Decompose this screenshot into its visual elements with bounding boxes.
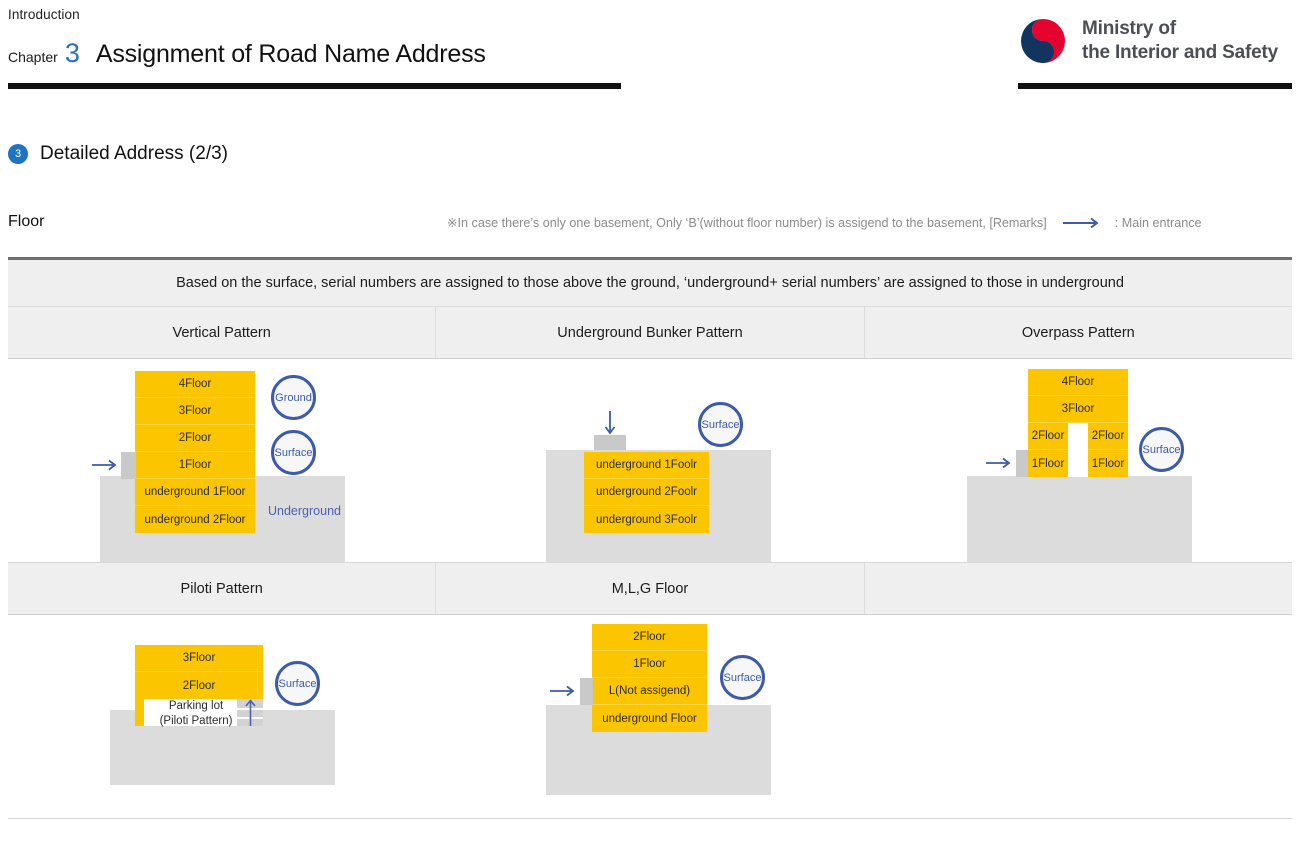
floor-bar-b3: underground 3Foolr <box>584 506 709 533</box>
entrance-door <box>1016 450 1028 477</box>
entrance-door <box>121 452 136 479</box>
table-banner: Based on the surface, serial numbers are… <box>8 260 1292 307</box>
taegeuk-logo-icon <box>1021 19 1065 63</box>
floor-bar-2f: 2Floor <box>592 624 707 651</box>
badge-surface: Surface <box>720 655 765 700</box>
floor-bar-3f: 3Floor <box>135 398 255 425</box>
diagram-underground-bunker-pattern: underground 1Foolr underground 2Foolr un… <box>436 359 864 562</box>
floor-pattern-table: Based on the surface, serial numbers are… <box>8 257 1292 819</box>
chapter-number: 3 <box>64 38 80 68</box>
diagram-empty-cell <box>864 615 1292 818</box>
diagram-piloti-pattern: 3Floor 2Floor Parking lot (Piloti Patter… <box>8 615 436 818</box>
floor-bar-b1: underground 1Foolr <box>584 452 709 479</box>
diagram-vertical-pattern: Underground 4Floor 3Floor 2Floor 1Floor … <box>8 359 436 562</box>
floor-bar-4f: 4Floor <box>1028 369 1128 396</box>
floor-bar-2f: 2Floor <box>135 425 255 452</box>
header-rule-right <box>1018 83 1292 89</box>
slide-page: Introduction Chapter 3 Assignment of Roa… <box>0 0 1300 850</box>
table-bottom-rule <box>8 818 1292 819</box>
badge-surface: Surface <box>275 661 320 706</box>
badge-surface: Surface <box>1139 427 1184 472</box>
diagram-overpass-pattern: 4Floor 3Floor 2Floor 1Floor 2Floor 1Floo… <box>864 359 1292 562</box>
column-header-piloti-pattern: Piloti Pattern <box>8 563 437 614</box>
column-header-underground-bunker-pattern: Underground Bunker Pattern <box>436 307 865 358</box>
parking-lot-label-line1: Parking lot <box>168 700 224 712</box>
section-bullet-badge: 3 <box>8 144 28 164</box>
main-entrance-arrow-icon <box>550 684 578 703</box>
floor-bar-3f: 3Floor <box>135 645 263 672</box>
floor-bar-1f: 1Floor <box>592 651 707 678</box>
ministry-logo: Ministry of the Interior and Safety <box>1018 16 1278 66</box>
column-header-mlg-floor: M,L,G Floor <box>436 563 865 614</box>
badge-surface: Surface <box>698 402 743 447</box>
floor-bar-b2: underground 2Foolr <box>584 479 709 506</box>
floor-bar-2f: 2Floor <box>135 672 263 699</box>
floor-bar-2f-left: 2Floor <box>1028 423 1068 450</box>
main-entrance-arrow-icon <box>92 458 120 477</box>
header-rule-left <box>8 83 621 89</box>
floor-note: ※In case there’s only one basement, Only… <box>447 215 1297 231</box>
table-header-row-2: Piloti Pattern M,L,G Floor <box>8 563 1292 615</box>
floor-bar-l: L(Not assigend) <box>592 678 707 705</box>
parking-lot-label-line2: (Piloti Pattern) <box>159 715 233 727</box>
logo-line-2: the Interior and Safety <box>1082 42 1278 63</box>
table-diagram-row-2: 3Floor 2Floor Parking lot (Piloti Patter… <box>8 615 1292 818</box>
page-title: Assignment of Road Name Address <box>95 40 486 68</box>
up-arrow-icon <box>244 698 257 732</box>
diagram-mlg-floor: 2Floor 1Floor L(Not assigend) undergroun… <box>436 615 864 818</box>
floor-note-text: ※In case there’s only one basement, Only… <box>447 216 1047 230</box>
column-header-overpass-pattern: Overpass Pattern <box>1021 324 1135 341</box>
floor-bar-1f: 1Floor <box>135 452 255 479</box>
entrance-door <box>580 678 593 705</box>
floor-bar-b1: underground 1Floor <box>135 479 255 506</box>
floor-bar-1f-left: 1Floor <box>1028 450 1068 477</box>
logo-line-1: Ministry of <box>1082 18 1176 39</box>
parking-column-strip <box>135 699 144 726</box>
underground-caption: Underground <box>268 504 341 518</box>
section-heading: 3 Detailed Address (2/3) <box>8 143 228 165</box>
floor-bar-b2: underground 2Floor <box>135 506 255 533</box>
ministry-logo-text: Ministry of the Interior and Safety <box>1082 17 1278 65</box>
chapter-word: Chapter <box>8 49 58 65</box>
main-entrance-legend: : Main entrance <box>1114 215 1202 230</box>
main-entrance-arrow-icon <box>986 456 1014 475</box>
intro-label: Introduction <box>8 7 80 22</box>
floor-label: Floor <box>8 213 45 230</box>
floor-bar-2f-right: 2Floor <box>1088 423 1128 450</box>
down-entrance-arrow-icon <box>603 411 617 442</box>
column-header-empty <box>865 563 1292 614</box>
floor-bar-3f: 3Floor <box>1028 396 1128 423</box>
ground-mass <box>967 476 1192 562</box>
floor-bar-1f-right: 1Floor <box>1088 450 1128 477</box>
chapter-heading: Chapter 3 Assignment of Road Name Addres… <box>8 38 486 69</box>
badge-ground: Ground <box>271 375 316 420</box>
table-diagram-row-1: Underground 4Floor 3Floor 2Floor 1Floor … <box>8 359 1292 562</box>
page-header: Introduction Chapter 3 Assignment of Roa… <box>0 0 1300 95</box>
parking-lot-label: Parking lot (Piloti Pattern) <box>148 699 244 729</box>
section-title: Detailed Address (2/3) <box>40 143 228 164</box>
right-arrow-icon <box>1062 217 1103 229</box>
table-header-row-1: Vertical Pattern Underground Bunker Patt… <box>8 307 1292 359</box>
badge-surface: Surface <box>271 430 316 475</box>
floor-bar-underground: underground Floor <box>592 705 707 732</box>
floor-bar-4f: 4Floor <box>135 371 255 398</box>
column-header-vertical-pattern: Vertical Pattern <box>8 307 437 358</box>
overpass-gap <box>1068 423 1088 477</box>
